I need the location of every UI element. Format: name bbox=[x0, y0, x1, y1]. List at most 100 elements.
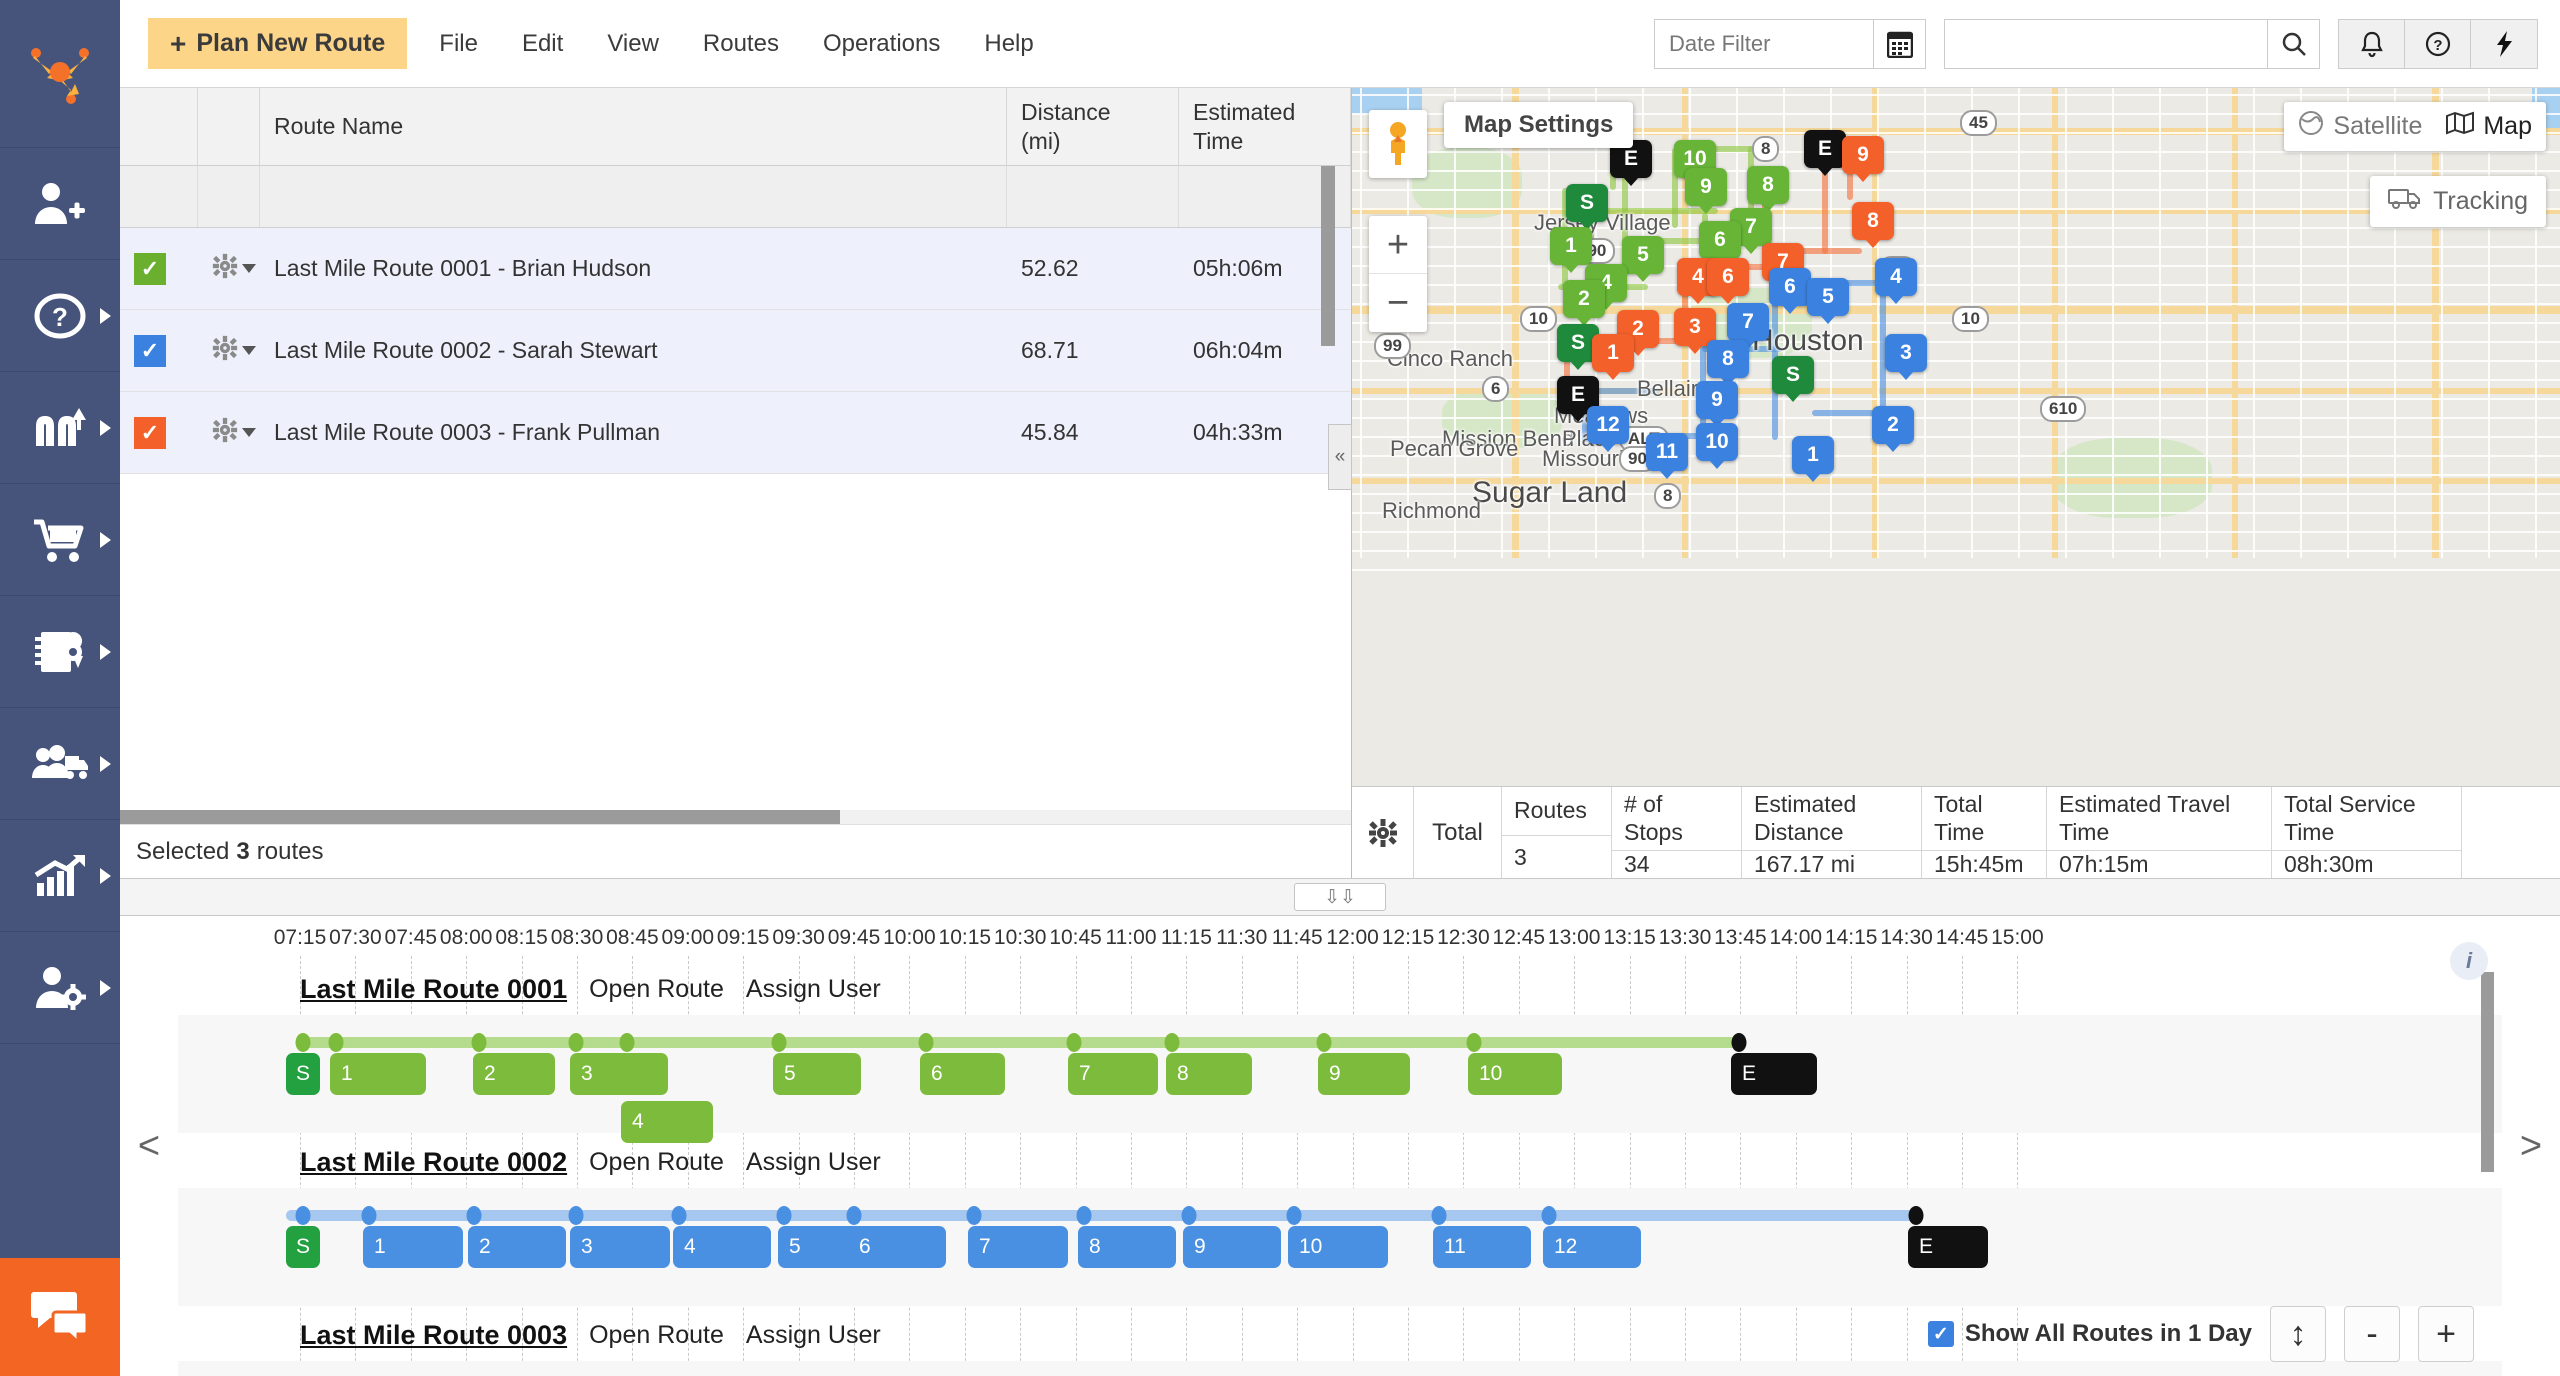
filter-name-cell[interactable] bbox=[260, 166, 1007, 227]
sidebar-item-help[interactable]: ? bbox=[0, 260, 120, 372]
assign-user-link[interactable]: Assign User bbox=[746, 1321, 881, 1350]
table-row[interactable]: ✓ Last Mile Route 0001 - Brian Hudson 52… bbox=[120, 228, 1351, 310]
scrollbar-thumb[interactable] bbox=[120, 810, 840, 824]
plan-new-route-button[interactable]: + Plan New Route bbox=[148, 18, 408, 69]
map-zoom-controls[interactable]: + − bbox=[1369, 216, 1427, 332]
menu-item-file[interactable]: File bbox=[417, 18, 500, 70]
timeline-stop-bar[interactable]: 7 bbox=[1068, 1053, 1158, 1095]
map-panel[interactable]: HumbleAtascocitaCypressCrosbyJersey Vill… bbox=[1352, 88, 2560, 878]
timeline-route-name[interactable]: Last Mile Route 0001 bbox=[300, 974, 567, 1005]
header-distance[interactable]: Distance (mi) bbox=[1007, 88, 1179, 165]
timeline-stop-bar[interactable]: 2 bbox=[468, 1226, 566, 1268]
routes-filter-row[interactable] bbox=[120, 166, 1351, 228]
timeline-stop-bar[interactable]: 2 bbox=[473, 1053, 555, 1095]
map-stop-marker[interactable]: 2 bbox=[1872, 406, 1914, 444]
map-stop-marker[interactable]: 9 bbox=[1842, 136, 1884, 174]
map-stop-marker[interactable]: 6 bbox=[1769, 268, 1811, 306]
splitter-grip-icon[interactable]: ⇩⇩ bbox=[1294, 883, 1386, 911]
row-route-name[interactable]: Last Mile Route 0002 - Sarah Stewart bbox=[260, 310, 1007, 391]
map-stop-marker[interactable]: S bbox=[1772, 356, 1814, 394]
map-stop-marker[interactable]: 8 bbox=[1747, 166, 1789, 204]
map-stop-marker[interactable]: 6 bbox=[1707, 258, 1749, 296]
table-row[interactable]: ✓ Last Mile Route 0003 - Frank Pullman 4… bbox=[120, 392, 1351, 474]
map-stop-marker[interactable]: S bbox=[1566, 184, 1608, 222]
timeline-stop-bar[interactable]: 10 bbox=[1288, 1226, 1388, 1268]
app-logo[interactable] bbox=[0, 0, 120, 148]
map-stop-marker[interactable]: 6 bbox=[1699, 221, 1741, 259]
map-stop-marker[interactable]: 3 bbox=[1885, 334, 1927, 372]
timeline-stop-bar[interactable]: 3 bbox=[570, 1226, 670, 1268]
row-route-name[interactable]: Last Mile Route 0003 - Frank Pullman bbox=[260, 392, 1007, 473]
timeline-stop-bar[interactable]: 6 bbox=[920, 1053, 1005, 1095]
info-icon[interactable]: i bbox=[2450, 942, 2488, 980]
routes-vertical-scrollbar[interactable] bbox=[1321, 166, 1335, 346]
timeline-stop-bar[interactable]: 1 bbox=[363, 1226, 463, 1268]
map-type-satellite[interactable]: Satellite bbox=[2298, 110, 2422, 143]
header-select-all[interactable] bbox=[120, 88, 198, 165]
timeline-track[interactable]: 1 2 3 4 5 6 7 8 9 10 S E bbox=[178, 1015, 2502, 1143]
map-stop-marker[interactable]: 1 bbox=[1550, 227, 1592, 265]
timeline-stop-bar[interactable]: 3 bbox=[570, 1053, 668, 1095]
row-gear-menu[interactable] bbox=[212, 253, 256, 285]
timeline-zoom-in-button[interactable]: + bbox=[2418, 1306, 2474, 1362]
row-route-name[interactable]: Last Mile Route 0001 - Brian Hudson bbox=[260, 228, 1007, 309]
sidebar-item-analytics[interactable] bbox=[0, 820, 120, 932]
search-input[interactable] bbox=[1945, 19, 2267, 68]
timeline-start-marker[interactable]: S bbox=[286, 1226, 320, 1268]
panel-collapse-button[interactable]: « bbox=[1328, 424, 1352, 490]
timeline-stop-bar[interactable]: 9 bbox=[1318, 1053, 1410, 1095]
timeline-next-button[interactable]: > bbox=[2502, 916, 2560, 1376]
panel-splitter[interactable]: ⇩⇩ bbox=[120, 878, 2560, 916]
menu-item-edit[interactable]: Edit bbox=[500, 18, 585, 70]
header-route-name[interactable]: Route Name bbox=[260, 88, 1007, 165]
menu-item-view[interactable]: View bbox=[585, 18, 681, 70]
row-gear-cell[interactable] bbox=[198, 228, 260, 309]
lightning-icon[interactable] bbox=[2471, 19, 2537, 68]
map-zoom-in-button[interactable]: + bbox=[1369, 216, 1427, 274]
row-checkbox-cell[interactable]: ✓ bbox=[120, 392, 198, 473]
menu-item-routes[interactable]: Routes bbox=[681, 18, 801, 70]
row-gear-menu[interactable] bbox=[212, 417, 256, 449]
timeline-zoom-out-button[interactable]: - bbox=[2344, 1306, 2400, 1362]
row-checkbox-cell[interactable]: ✓ bbox=[120, 228, 198, 309]
timeline-stop-bar[interactable]: 5 bbox=[773, 1053, 861, 1095]
timeline-end-marker[interactable]: E bbox=[1908, 1226, 1988, 1268]
map-stop-marker[interactable]: 8 bbox=[1707, 340, 1749, 378]
timeline-vertical-scrollbar[interactable] bbox=[2481, 972, 2494, 1172]
timeline-end-marker[interactable]: E bbox=[1731, 1053, 1817, 1095]
open-route-link[interactable]: Open Route bbox=[589, 975, 724, 1004]
map-stop-marker[interactable]: 5 bbox=[1807, 278, 1849, 316]
timeline-content[interactable]: 07:15 07:30 07:45 08:00 08:15 08:30 08:45 09:00… bbox=[178, 916, 2502, 1376]
search-field[interactable] bbox=[1944, 18, 2320, 69]
sidebar-item-user-settings[interactable] bbox=[0, 932, 120, 1044]
timeline-start-marker[interactable]: S bbox=[286, 1053, 320, 1095]
sidebar-item-addresses[interactable] bbox=[0, 596, 120, 708]
timeline-resize-button[interactable]: ↕ bbox=[2270, 1306, 2326, 1362]
timeline-prev-button[interactable]: < bbox=[120, 916, 178, 1376]
date-filter-field[interactable]: Date Filter bbox=[1654, 18, 1926, 69]
timeline-stop-bar[interactable]: 11 bbox=[1433, 1226, 1531, 1268]
timeline-track[interactable]: 1 2 3 4 5 6 7 8 9 10 11 12 S E bbox=[178, 1188, 2502, 1306]
row-gear-cell[interactable] bbox=[198, 310, 260, 391]
row-gear-cell[interactable] bbox=[198, 392, 260, 473]
summary-gear-icon[interactable] bbox=[1352, 787, 1414, 878]
map-stop-marker[interactable]: 4 bbox=[1875, 258, 1917, 296]
map-stop-marker[interactable]: 9 bbox=[1696, 381, 1738, 419]
map-stop-marker[interactable]: 8 bbox=[1852, 202, 1894, 240]
routes-horizontal-scrollbar[interactable] bbox=[120, 810, 1351, 824]
map-stop-marker[interactable]: 12 bbox=[1587, 406, 1629, 444]
row-checkbox-cell[interactable]: ✓ bbox=[120, 310, 198, 391]
header-gear[interactable] bbox=[198, 88, 260, 165]
menu-item-help[interactable]: Help bbox=[962, 18, 1055, 70]
show-all-routes-checkbox[interactable]: ✓ Show All Routes in 1 Day bbox=[1927, 1320, 2252, 1348]
menu-item-operations[interactable]: Operations bbox=[801, 18, 962, 70]
sidebar-item-routes[interactable] bbox=[0, 372, 120, 484]
route-checkbox[interactable]: ✓ bbox=[134, 334, 166, 367]
assign-user-link[interactable]: Assign User bbox=[746, 1148, 881, 1177]
map-stop-marker[interactable]: 1 bbox=[1592, 334, 1634, 372]
help-icon[interactable]: ? bbox=[2405, 19, 2471, 68]
timeline-stop-bar[interactable]: 8 bbox=[1078, 1226, 1176, 1268]
map-type-map[interactable]: Map bbox=[2446, 111, 2532, 142]
sidebar-item-drivers[interactable] bbox=[0, 708, 120, 820]
header-estimated-time[interactable]: Estimated Time bbox=[1179, 88, 1351, 165]
